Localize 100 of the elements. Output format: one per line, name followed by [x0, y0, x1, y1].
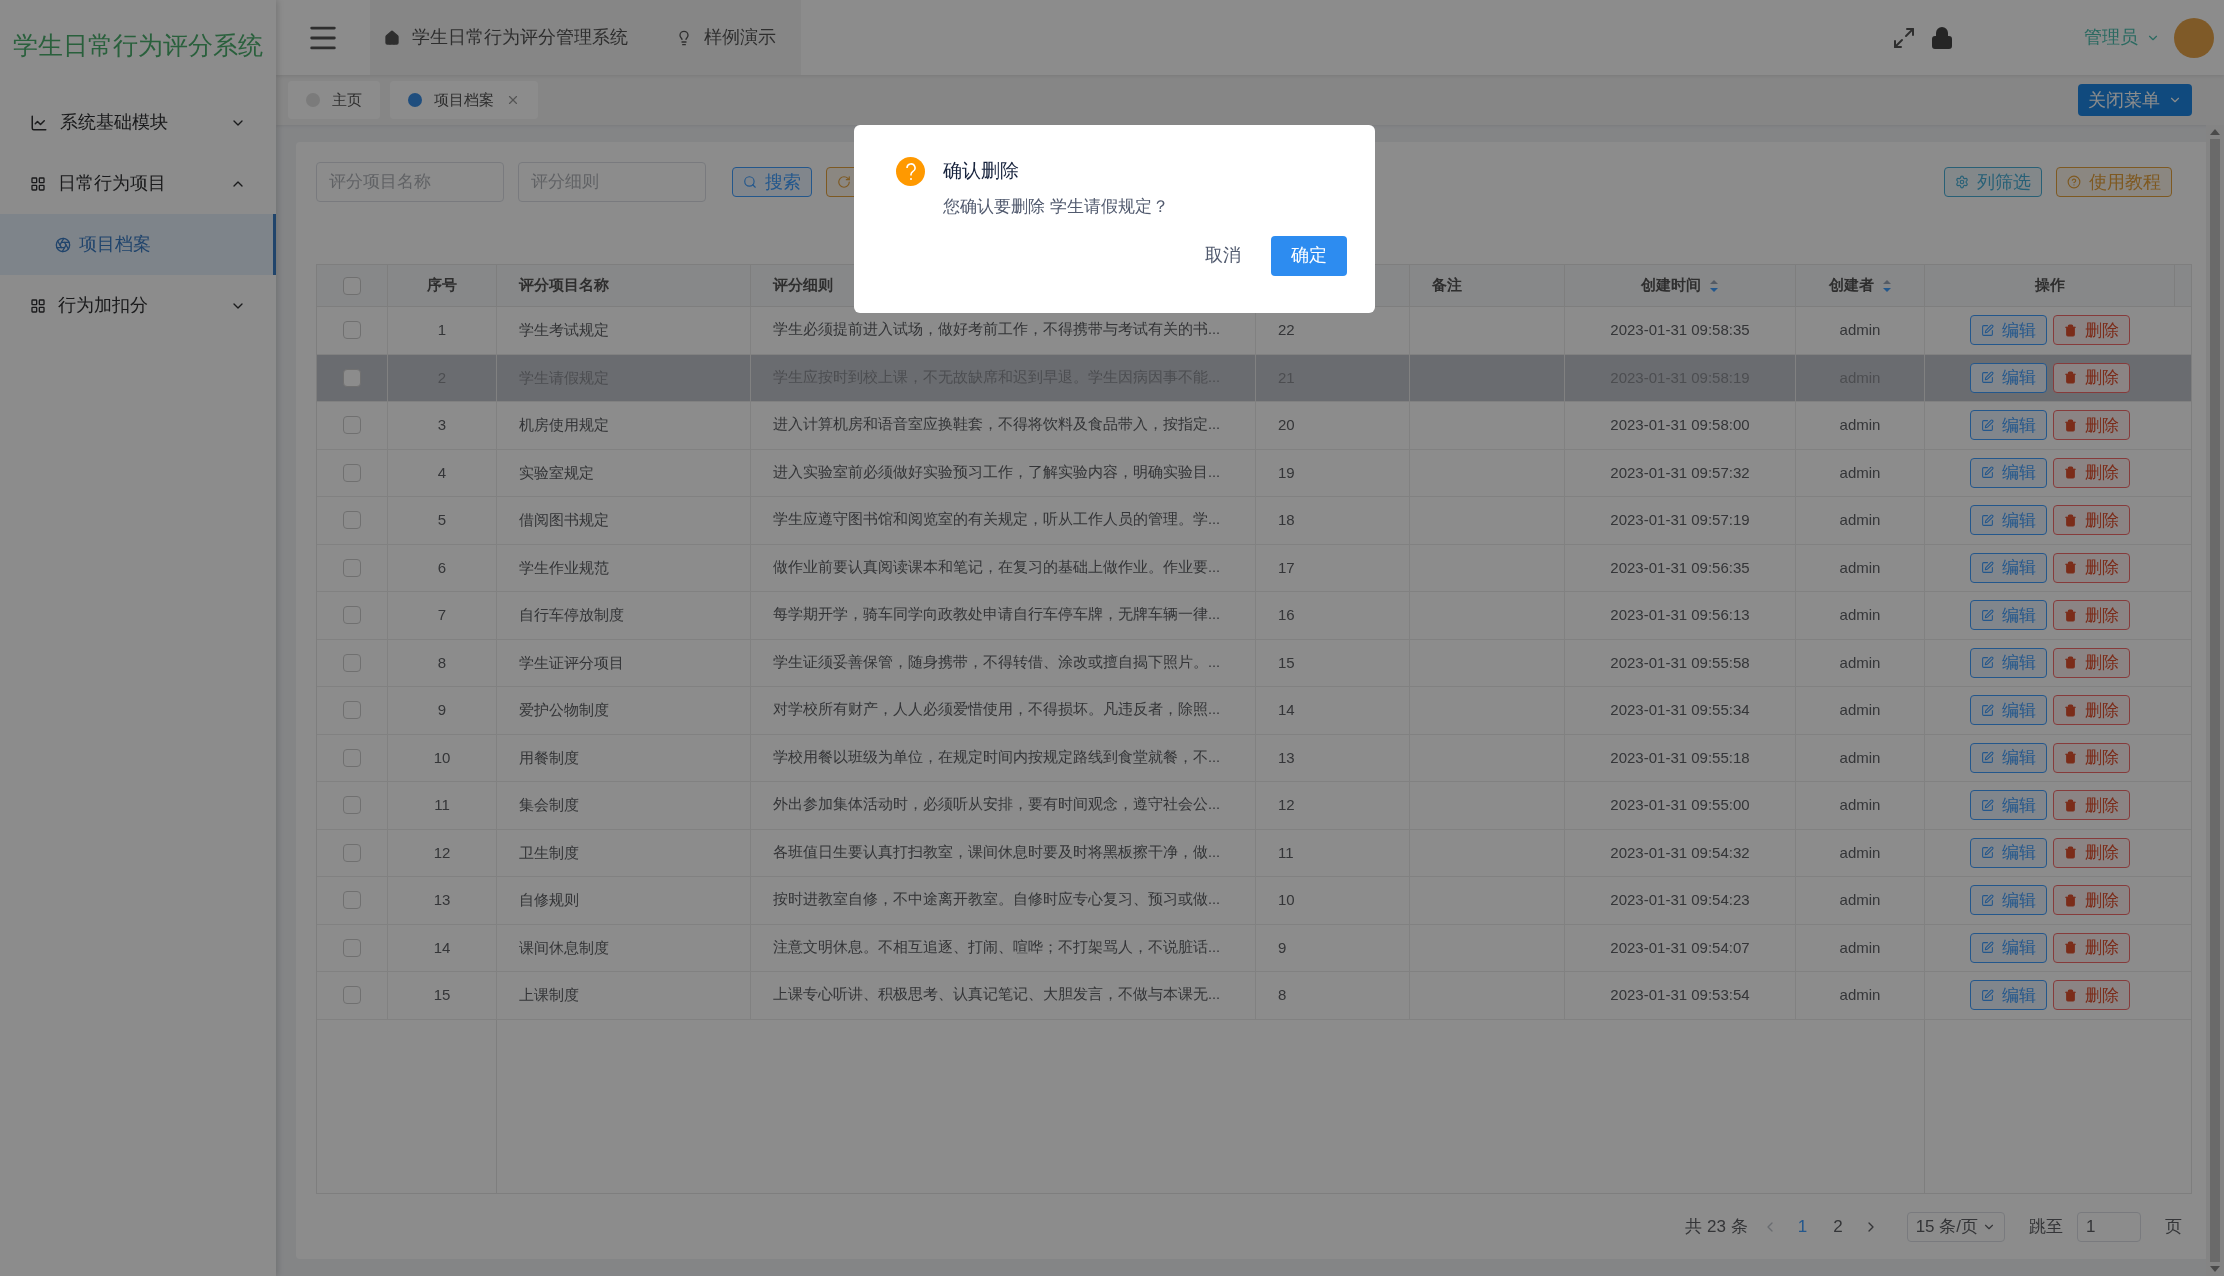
delete-button[interactable]: 删除	[2053, 600, 2130, 631]
checkbox[interactable]	[343, 416, 361, 435]
confirm-button[interactable]: 确定	[1271, 235, 1347, 276]
sidebar-item[interactable]: 行为加扣分	[0, 275, 276, 336]
table-cell-text: 2023-01-31 09:56:13	[1610, 605, 1750, 625]
sidebar-subitem[interactable]: 项目档案	[0, 214, 276, 275]
delete-button[interactable]: 删除	[2053, 885, 2130, 916]
table-cell-text: admin	[1839, 320, 1881, 340]
edit-button[interactable]: 编辑	[1970, 552, 2047, 583]
column-filter-button[interactable]: 列筛选	[1944, 167, 2042, 197]
close-icon[interactable]	[506, 93, 520, 107]
table-cell-text: 学生作业规范	[519, 557, 609, 578]
delete-button[interactable]: 删除	[2053, 742, 2130, 773]
sort-icon[interactable]	[1709, 278, 1719, 293]
table-row[interactable]: 9 爱护公物制度 对学校所有财产，人人必须爱惜使用，不得损坏。凡违反者，除照... 14 2023-01-31 09:55:34 admin 编辑 删除	[317, 687, 2191, 735]
table-row[interactable]: 11 集会制度 外出参加集体活动时，必须听从安排，要有时间观念，遵守社会公... 12 2023-01-31 09:55:00 admin 编辑 删除	[317, 782, 2191, 830]
delete-button[interactable]: 删除	[2053, 457, 2130, 488]
edit-button[interactable]: 编辑	[1970, 695, 2047, 726]
delete-button[interactable]: 删除	[2053, 790, 2130, 821]
search-button[interactable]: 搜索	[732, 167, 812, 197]
edit-button[interactable]: 编辑	[1970, 315, 2047, 346]
delete-button[interactable]: 删除	[2053, 315, 2130, 346]
table-cell-text: 8	[437, 652, 447, 673]
checkbox[interactable]	[343, 843, 361, 862]
edit-button[interactable]: 编辑	[1970, 362, 2047, 393]
table-row[interactable]: 10 用餐制度 学校用餐以班级为单位，在规定时间内按规定路线到食堂就餐，不... 13 2023-01-31 09:55:18 admin 编辑 删除	[317, 734, 2191, 782]
table-cell-text: 上课制度	[519, 985, 579, 1005]
checkbox[interactable]	[343, 558, 361, 577]
delete-button[interactable]: 删除	[2053, 410, 2130, 441]
checkbox[interactable]	[343, 276, 361, 295]
checkbox[interactable]	[343, 321, 361, 340]
tutorial-button[interactable]: 使用教程	[2056, 167, 2172, 197]
checkbox[interactable]	[343, 368, 361, 387]
checkbox[interactable]	[343, 463, 361, 482]
avatar[interactable]	[2174, 17, 2214, 58]
table-row[interactable]: 14 课间休息制度 注意文明休息。不相互追逐、打闹、喧哗；不打架骂人，不说脏话... 9 2023-01-31 09:54:07 admin 编辑 删除	[317, 924, 2191, 972]
page-number[interactable]: 1	[1791, 1213, 1814, 1240]
delete-button[interactable]: 删除	[2053, 505, 2130, 536]
delete-button[interactable]: 删除	[2053, 837, 2130, 868]
checkbox[interactable]	[343, 796, 361, 815]
edit-button[interactable]: 编辑	[1970, 600, 2047, 631]
table-row[interactable]: 12 卫生制度 各班值日生要认真打扫教室，课间休息时要及时将黑板擦干净，做... 11 2023-01-31 09:54:32 admin 编辑 删除	[317, 829, 2191, 877]
delete-button[interactable]: 删除	[2053, 695, 2130, 726]
checkbox[interactable]	[343, 748, 361, 767]
breadcrumb-link[interactable]: 样例演示	[676, 24, 776, 51]
page-tab[interactable]: 主页	[288, 81, 380, 119]
table-row[interactable]: 5 借阅图书规定 学生应遵守图书馆和阅览室的有关规定，听从工作人员的管理。学... 18 2023-01-31 09:57:19 admin 编辑 删除	[317, 497, 2191, 545]
table-row[interactable]: 15 上课制度 上课专心听讲、积极思考、认真记笔记、大胆发言，不做与本课无... 8 2023-01-31 09:53:54 admin 编辑 删除	[317, 972, 2191, 1020]
page-number[interactable]: 2	[1827, 1213, 1849, 1240]
delete-button[interactable]: 删除	[2053, 980, 2130, 1011]
edit-button[interactable]: 编辑	[1970, 932, 2047, 963]
edit-button[interactable]: 编辑	[1970, 410, 2047, 441]
table-row[interactable]: 7 自行车停放制度 每学期开学，骑车同学向政教处申请自行车停车牌，无牌车辆一律... 16 2023-01-31 09:56:13 admin 编辑 删除	[317, 592, 2191, 640]
checkbox[interactable]	[343, 938, 361, 957]
edit-button[interactable]: 编辑	[1970, 457, 2047, 488]
table-row[interactable]: 8 学生证评分项目 学生证须妥善保管，随身携带，不得转借、涂改或擅自揭下照片。... 15 2023-01-31 09:55:58 admin 编辑 删除	[317, 639, 2191, 687]
checkbox[interactable]	[343, 701, 361, 720]
edit-button[interactable]: 编辑	[1970, 647, 2047, 678]
delete-button[interactable]: 删除	[2053, 647, 2130, 678]
aperture-icon	[55, 236, 71, 253]
trash-icon	[2064, 941, 2077, 955]
table-cell-text: 10	[433, 747, 451, 768]
edit-button[interactable]: 编辑	[1970, 980, 2047, 1011]
table-cell-text: 10	[1278, 890, 1295, 910]
edit-button[interactable]: 编辑	[1970, 505, 2047, 536]
edit-button[interactable]: 编辑	[1970, 885, 2047, 916]
sidebar-item[interactable]: 日常行为项目	[0, 153, 276, 214]
trash-icon	[2064, 513, 2077, 527]
user-menu[interactable]: 管理员	[2084, 24, 2160, 51]
page-size-select[interactable]: 15 条/页	[1906, 1211, 2005, 1242]
sidebar-item[interactable]: 系统基础模块	[0, 92, 276, 153]
page-tab[interactable]: 项目档案	[390, 81, 538, 119]
column-header[interactable]: 创建时间	[1641, 274, 1719, 297]
cancel-button[interactable]: 取消	[1205, 242, 1241, 269]
checkbox[interactable]	[343, 606, 361, 625]
lock-icon[interactable]	[1930, 25, 1954, 50]
checkbox[interactable]	[343, 511, 361, 530]
checkbox[interactable]	[343, 986, 361, 1005]
table-row[interactable]: 4 实验室规定 进入实验室前必须做好实验预习工作，了解实验内容，明确实验目... 19 2023-01-31 09:57:32 admin 编辑 删除	[317, 449, 2191, 497]
edit-button[interactable]: 编辑	[1970, 837, 2047, 868]
breadcrumb-link[interactable]: 学生日常行为评分管理系统	[384, 24, 628, 51]
delete-button[interactable]: 删除	[2053, 362, 2130, 393]
table-row[interactable]: 13 自修规则 按时进教室自修，不中途离开教室。自修时应专心复习、预习或做... 10 2023-01-31 09:54:23 admin 编辑 删除	[317, 877, 2191, 925]
checkbox[interactable]	[343, 653, 361, 672]
table-cell-text: 20	[1278, 415, 1295, 435]
edit-button[interactable]: 编辑	[1970, 790, 2047, 821]
sort-icon[interactable]	[1881, 278, 1892, 293]
delete-button[interactable]: 删除	[2053, 932, 2130, 963]
checkbox[interactable]	[343, 891, 361, 910]
table-row[interactable]: 1 学生考试规定 学生必须提前进入试场，做好考前工作，不得携带与考试有关的书... 22 2023-01-31 09:58:35 admin 编辑 删除	[317, 307, 2191, 355]
column-header[interactable]: 创建者	[1828, 274, 1892, 297]
table-row[interactable]: 6 学生作业规范 做作业前要认真阅读课本和笔记，在复习的基础上做作业。作业要... 17 2023-01-31 09:56:35 admin 编辑 删除	[317, 544, 2191, 592]
fullscreen-icon[interactable]	[1892, 25, 1916, 50]
delete-button[interactable]: 删除	[2053, 552, 2130, 583]
goto-page-field[interactable]: 1	[2077, 1211, 2141, 1242]
edit-button[interactable]: 编辑	[1970, 742, 2047, 773]
trash-icon	[2064, 751, 2077, 765]
table-row[interactable]: 3 机房使用规定 进入计算机房和语音室应换鞋套，不得将饮料及食品带入，按指定... 20 2023-01-31 09:58:00 admin 编辑 删除	[317, 402, 2191, 450]
edit-icon	[1981, 466, 1994, 480]
close-menu-button[interactable]: 关闭菜单	[2078, 84, 2192, 116]
